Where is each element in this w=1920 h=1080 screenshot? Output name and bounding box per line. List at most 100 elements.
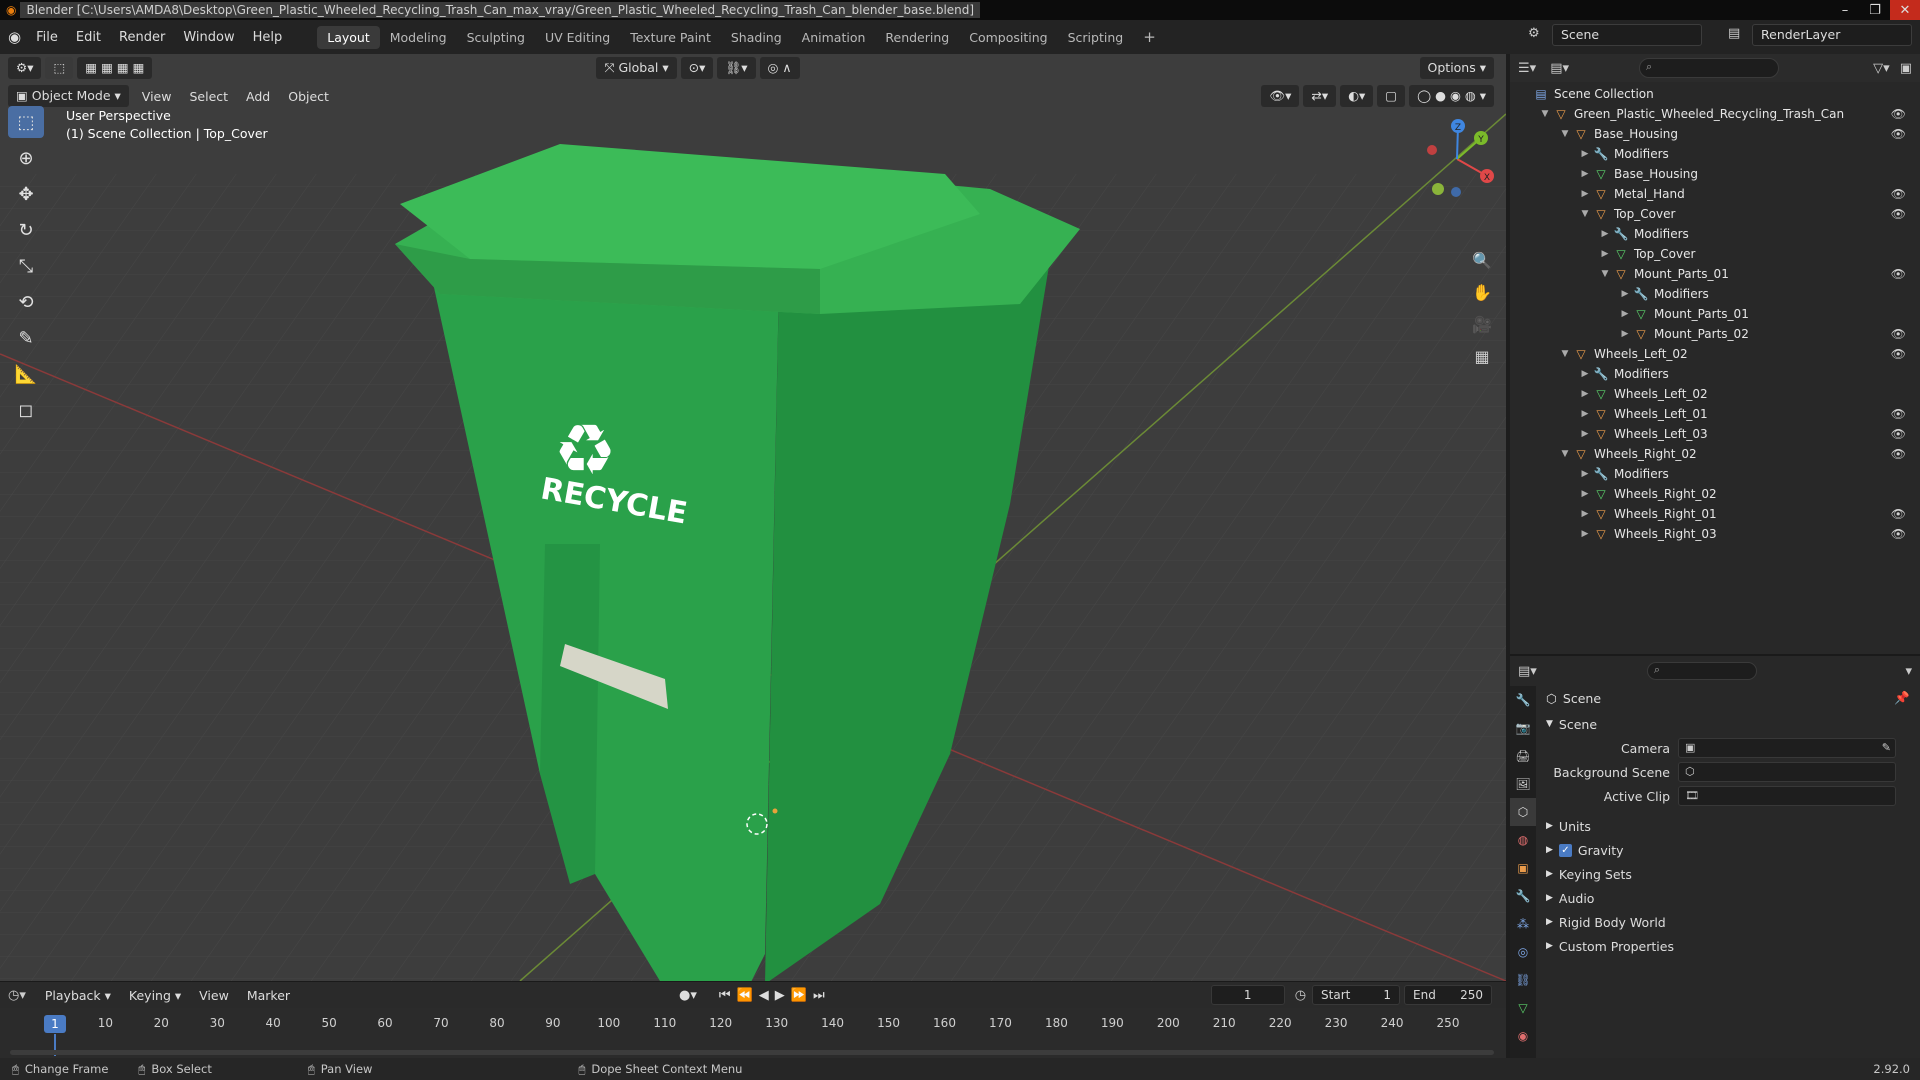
camera-field[interactable]: ▣ ✎ [1678, 738, 1896, 758]
scene-selector[interactable]: Scene [1552, 24, 1702, 46]
expand-right-icon[interactable]: ▶ [1578, 409, 1592, 419]
pivot-dropdown[interactable]: ⊙▾ [680, 57, 714, 79]
select-mode-buttons[interactable]: ▦ ▦ ▦ ▦ [77, 57, 153, 79]
gravity-panel[interactable]: ▶ ✓ Gravity [1538, 838, 1918, 862]
tab-modeling[interactable]: Modeling [380, 26, 457, 49]
expand-right-icon[interactable]: ▶ [1578, 369, 1592, 379]
outliner-row[interactable]: ▶ ▽ Top_Cover [1510, 244, 1920, 264]
editor-type-button[interactable]: ⚙▾ [8, 57, 42, 79]
outliner-row[interactable]: ▶ ▽ Mount_Parts_02 👁 [1510, 324, 1920, 344]
tab-compositing[interactable]: Compositing [959, 26, 1057, 49]
outliner-row[interactable]: ▶ 🔧 Modifiers [1510, 464, 1920, 484]
outliner-row[interactable]: ▼ ▽ Wheels_Left_02 👁 [1510, 344, 1920, 364]
visibility-eye-icon[interactable]: 👁 [1891, 507, 1906, 521]
current-frame-marker[interactable]: 1 [44, 1015, 66, 1033]
view-layer-tab-icon[interactable]: 🖼 [1510, 770, 1536, 798]
start-frame-field[interactable]: Start 1 [1312, 985, 1401, 1005]
visibility-eye-icon[interactable]: 👁 [1891, 207, 1906, 221]
tl-menu-playback[interactable]: Playback ▾ [36, 988, 120, 1003]
filter-icon[interactable]: ▽▾ [1873, 61, 1890, 76]
tool-tab-icon[interactable]: 🔧 [1510, 686, 1536, 714]
tab-layout[interactable]: Layout [317, 25, 380, 49]
cursor-tool-icon[interactable]: ⊕ [8, 142, 44, 174]
visibility-icon[interactable]: 👁▾ [1261, 85, 1300, 107]
rotate-tool-icon[interactable]: ↻ [8, 214, 44, 246]
menu-file[interactable]: File [27, 30, 67, 45]
close-icon[interactable]: ✕ [1890, 0, 1920, 20]
expand-right-icon[interactable]: ▶ [1578, 509, 1592, 519]
scene-selector-icon[interactable]: ⚙ [1528, 26, 1540, 41]
outliner-row[interactable]: ▤ Scene Collection [1510, 84, 1920, 104]
mode-dropdown[interactable]: ▣ Object Mode ▾ [8, 85, 129, 107]
gizmo-toggle[interactable]: ⇄▾ [1303, 85, 1337, 107]
xray-toggle[interactable]: ▢ [1377, 85, 1406, 107]
visibility-eye-icon[interactable]: 👁 [1891, 327, 1906, 341]
rigid-body-world-panel[interactable]: ▶ Rigid Body World [1538, 910, 1918, 934]
outliner-row[interactable]: ▶ 🔧 Modifiers [1510, 364, 1920, 384]
expand-right-icon[interactable]: ▶ [1578, 189, 1592, 199]
tab-texture-paint[interactable]: Texture Paint [620, 26, 721, 49]
menu-render[interactable]: Render [110, 30, 174, 45]
timeline-scrollbar[interactable] [10, 1050, 1494, 1055]
minimize-icon[interactable]: – [1830, 0, 1860, 20]
outliner-row[interactable]: ▶ ▽ Wheels_Right_03 👁 [1510, 524, 1920, 544]
select-box-tool-icon[interactable]: ⬚ [8, 106, 44, 138]
display-mode-icon[interactable]: ▤▾ [1550, 61, 1569, 76]
render-layer-selector[interactable]: RenderLayer [1752, 24, 1912, 46]
record-icon[interactable]: ●▾ [679, 988, 697, 1003]
current-frame-field[interactable]: 1 [1210, 985, 1285, 1005]
render-tab-icon[interactable]: 📷 [1510, 714, 1536, 742]
outliner-editor-icon[interactable]: ☰▾ [1518, 61, 1536, 76]
visibility-eye-icon[interactable]: 👁 [1891, 267, 1906, 281]
eyedropper-icon[interactable]: ✎ [1882, 739, 1895, 757]
data-tab-icon[interactable]: ▽ [1510, 994, 1536, 1022]
vp-menu-object[interactable]: Object [279, 89, 338, 104]
scale-tool-icon[interactable]: ⤡ [8, 250, 44, 282]
menu-window[interactable]: Window [174, 30, 243, 45]
outliner-row[interactable]: ▼ ▽ Mount_Parts_01 👁 [1510, 264, 1920, 284]
end-frame-field[interactable]: End 250 [1404, 985, 1493, 1005]
shading-modes[interactable]: ◯ ● ◉ ◍ ▾ [1409, 85, 1494, 107]
add-cube-tool-icon[interactable]: ◻ [8, 394, 44, 426]
visibility-eye-icon[interactable]: 👁 [1891, 407, 1906, 421]
3d-viewport[interactable]: ♻ RECYCLE ⚙▾ ⬚ ▦ ▦ ▦ ▦ ⤧ Global ▾ ⊙▾ ⛓▾ … [0, 54, 1506, 981]
constraints-tab-icon[interactable]: ⛓ [1510, 966, 1536, 994]
vp-menu-view[interactable]: View [133, 89, 181, 104]
expand-down-icon[interactable]: ▼ [1578, 209, 1592, 219]
tab-uv-editing[interactable]: UV Editing [535, 26, 620, 49]
proportional-edit-toggle[interactable]: ◎ ∧ [759, 57, 800, 79]
outliner-row[interactable]: ▶ ▽ Wheels_Right_02 [1510, 484, 1920, 504]
overlay-toggle[interactable]: ◐▾ [1340, 85, 1374, 107]
tl-menu-keying[interactable]: Keying ▾ [120, 988, 190, 1003]
camera-view-icon[interactable]: 🎥 [1468, 310, 1496, 338]
background-scene-field[interactable]: ⬡ [1678, 762, 1896, 782]
pin-icon[interactable]: 📌 [1894, 690, 1910, 706]
expand-right-icon[interactable]: ▶ [1578, 169, 1592, 179]
world-tab-icon[interactable]: ◍ [1510, 826, 1536, 854]
expand-right-icon[interactable]: ▶ [1578, 389, 1592, 399]
physics-tab-icon[interactable]: ◎ [1510, 938, 1536, 966]
outliner-row[interactable]: ▶ 🔧 Modifiers [1510, 144, 1920, 164]
tl-menu-marker[interactable]: Marker [238, 988, 299, 1003]
new-collection-icon[interactable]: ▣ [1900, 61, 1912, 76]
vp-menu-select[interactable]: Select [180, 89, 237, 104]
outliner-row[interactable]: ▶ 🔧 Modifiers [1510, 284, 1920, 304]
tab-shading[interactable]: Shading [721, 26, 792, 49]
zoom-icon[interactable]: 🔍 [1468, 246, 1496, 274]
expand-right-icon[interactable]: ▶ [1578, 529, 1592, 539]
tl-menu-view[interactable]: View [190, 988, 238, 1003]
units-panel[interactable]: ▶ Units [1538, 814, 1918, 838]
custom-properties-panel[interactable]: ▶ Custom Properties [1538, 934, 1918, 958]
scene-section-header[interactable]: ▼ Scene [1538, 712, 1918, 736]
outliner-row[interactable]: ▶ 🔧 Modifiers [1510, 224, 1920, 244]
expand-down-icon[interactable]: ▼ [1558, 449, 1572, 459]
blender-menu-icon[interactable]: ◉ [8, 28, 21, 46]
visibility-eye-icon[interactable]: 👁 [1891, 127, 1906, 141]
tab-sculpting[interactable]: Sculpting [457, 26, 535, 49]
navigation-gizmo[interactable]: X Y Z [1412, 114, 1502, 204]
annotate-tool-icon[interactable]: ✎ [8, 322, 44, 354]
outliner-row[interactable]: ▶ ▽ Base_Housing [1510, 164, 1920, 184]
expand-right-icon[interactable]: ▶ [1618, 309, 1632, 319]
timeline-ruler[interactable]: 1 10 20 30 40 50 60 70 80 90 100 110 120 130 140 150 16… [0, 1012, 1506, 1034]
expand-right-icon[interactable]: ▶ [1618, 329, 1632, 339]
